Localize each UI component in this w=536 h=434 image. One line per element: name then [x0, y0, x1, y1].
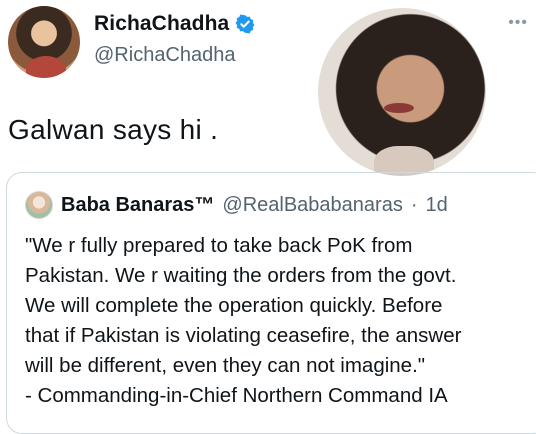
- author-display-name[interactable]: RichaChadha: [94, 12, 229, 36]
- quoted-tweet-card[interactable]: Baba Banaras™ @RealBababanaras · 1d "We r …: [6, 172, 536, 434]
- quoted-tweet-line: "We r fully prepared to take back PoK fr…: [25, 234, 413, 257]
- quoted-tweet-header: Baba Banaras™ @RealBababanaras · 1d: [25, 191, 448, 219]
- author-name-row[interactable]: RichaChadha: [94, 12, 255, 36]
- quoted-tweet-line: will be different, even they can not ima…: [25, 354, 426, 377]
- more-options-icon[interactable]: •••: [508, 14, 528, 32]
- portrait-photo: [318, 8, 486, 176]
- quoted-tweet-line: that if Pakistan is violating ceasefire,…: [25, 324, 462, 347]
- quoted-tweet-body: "We r fully prepared to take back PoK fr…: [25, 231, 535, 411]
- author-handle[interactable]: @RichaChadha: [94, 44, 236, 67]
- quoted-tweet-line: We will complete the operation quickly. …: [25, 294, 443, 317]
- dot-separator: ·: [410, 193, 418, 216]
- quoted-tweet-line: - Commanding-in-Chief Northern Command I…: [25, 384, 448, 407]
- verified-badge-icon: [235, 14, 255, 34]
- quoted-tweet-line: Pakistan. We r waiting the orders from t…: [25, 264, 457, 287]
- quoted-author-handle[interactable]: @RealBababanaras: [222, 194, 402, 217]
- quoted-author-name[interactable]: Baba Banaras™: [61, 194, 214, 217]
- tweet-text: Galwan says hi .: [8, 114, 219, 145]
- quoted-tweet-time[interactable]: 1d: [426, 194, 448, 217]
- quoted-author-avatar[interactable]: [25, 191, 53, 219]
- author-avatar[interactable]: [8, 6, 80, 78]
